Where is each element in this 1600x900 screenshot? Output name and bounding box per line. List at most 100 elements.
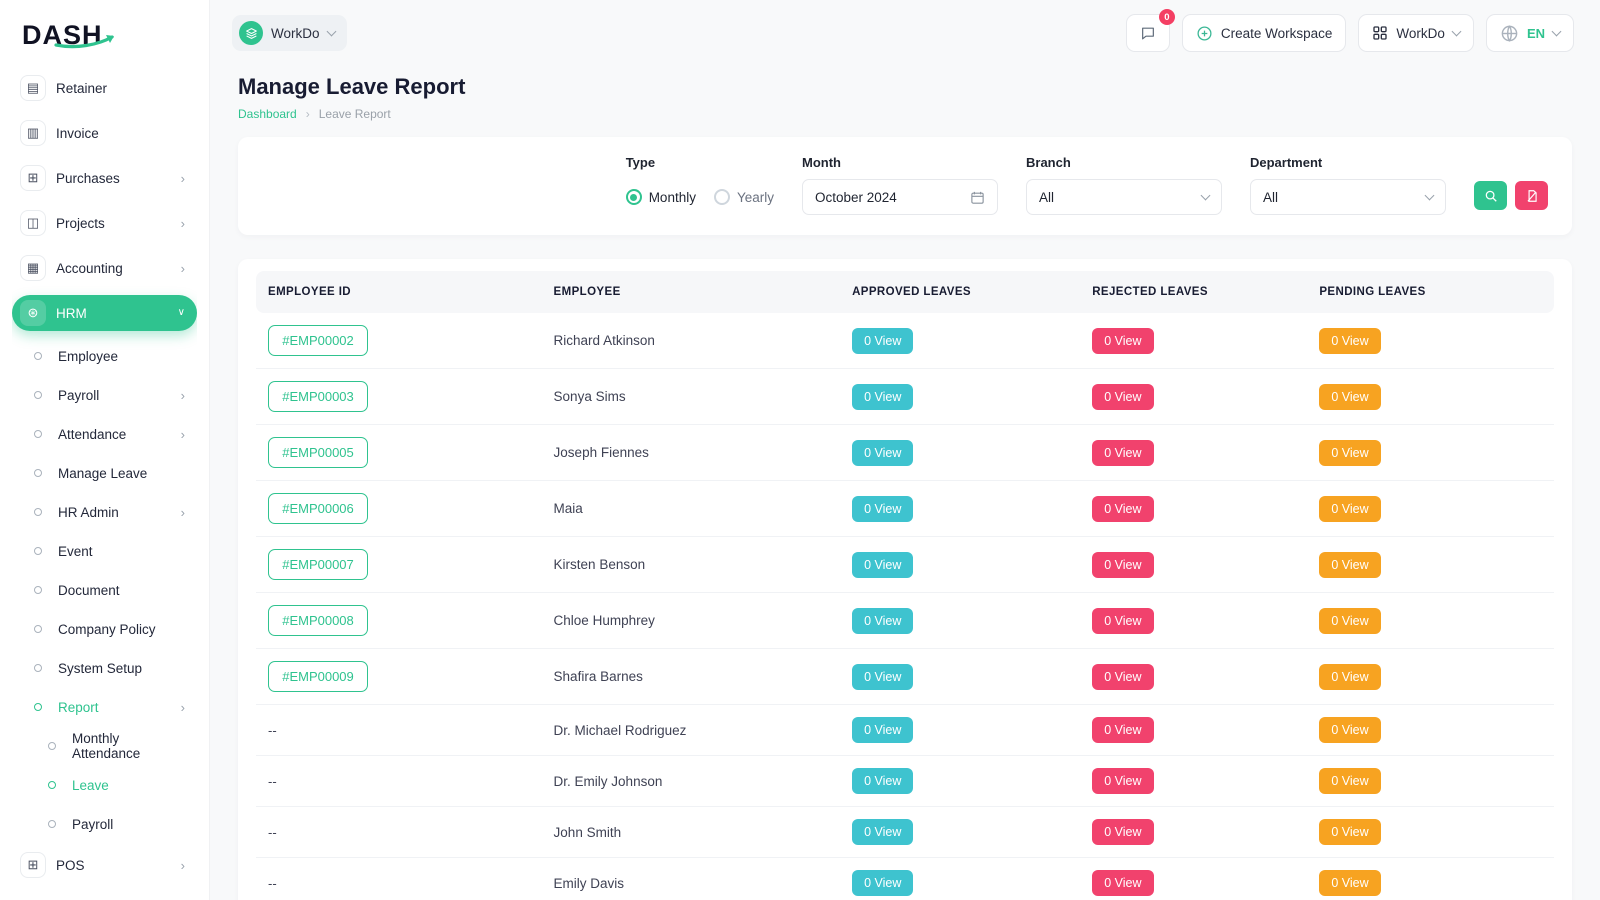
radio-unchecked-icon (714, 189, 730, 205)
sidebar-item-purchases[interactable]: ⊞ Purchases › (12, 160, 197, 196)
sidebar-item-hrm[interactable]: ⊛ HRM ∨ (12, 295, 197, 331)
approved-leaves-view-button[interactable]: 0 View (852, 384, 913, 410)
reset-button[interactable] (1515, 181, 1548, 210)
approved-leaves-view-button[interactable]: 0 View (852, 717, 913, 743)
approved-leaves-view-button[interactable]: 0 View (852, 328, 913, 354)
rejected-leaves-view-button[interactable]: 0 View (1092, 608, 1153, 634)
sidebar-item-attendance[interactable]: Attendance › (12, 418, 197, 450)
pending-leaves-view-button[interactable]: 0 View (1319, 440, 1380, 466)
pending-leaves-view-button[interactable]: 0 View (1319, 717, 1380, 743)
language-selector[interactable]: EN (1486, 14, 1574, 52)
sidebar-item-invoice[interactable]: ▥ Invoice (12, 115, 197, 151)
approved-leaves-view-button[interactable]: 0 View (852, 664, 913, 690)
col-rejected-leaves: REJECTED LEAVES (1080, 271, 1307, 313)
approved-leaves-view-button[interactable]: 0 View (852, 496, 913, 522)
sidebar-item-accounting[interactable]: ▦ Accounting › (12, 250, 197, 286)
employee-id-badge[interactable]: #EMP00007 (268, 549, 368, 580)
department-select[interactable]: All (1250, 179, 1446, 215)
sidebar-item-projects[interactable]: ◫ Projects › (12, 205, 197, 241)
sidebar-item-system-setup[interactable]: System Setup (12, 652, 197, 684)
sidebar-item-payroll[interactable]: Payroll › (12, 379, 197, 411)
search-button[interactable] (1474, 181, 1507, 210)
rejected-leaves-view-button[interactable]: 0 View (1092, 496, 1153, 522)
table-row: -- Dr. Michael Rodriguez 0 View 0 View 0… (256, 705, 1554, 756)
sidebar-item-document[interactable]: Document (12, 574, 197, 606)
sidebar-item-label: Event (58, 544, 93, 559)
messages-button[interactable]: 0 (1126, 14, 1170, 52)
table-header-row: EMPLOYEE ID EMPLOYEE APPROVED LEAVES REJ… (256, 271, 1554, 313)
payroll-dot-icon (34, 391, 42, 399)
employee-id-badge[interactable]: #EMP00009 (268, 661, 368, 692)
employee-id-badge[interactable]: -- (268, 876, 277, 891)
hr-admin-dot-icon (34, 508, 42, 516)
sidebar-item-retainer[interactable]: ▤ Retainer (12, 70, 197, 106)
rejected-leaves-view-button[interactable]: 0 View (1092, 717, 1153, 743)
sidebar-item-leave[interactable]: Leave (12, 769, 197, 801)
sidebar-item-company-policy[interactable]: Company Policy (12, 613, 197, 645)
employee-id-badge[interactable]: -- (268, 723, 277, 738)
employee-id-badge[interactable]: #EMP00002 (268, 325, 368, 356)
breadcrumb-separator: › (306, 107, 310, 121)
workspace-name: WorkDo (271, 26, 320, 41)
main-area: WorkDo 0 Create Workspace WorkDo EN (210, 0, 1600, 900)
breadcrumb-dashboard-link[interactable]: Dashboard (238, 107, 297, 121)
employee-id-badge[interactable]: #EMP00006 (268, 493, 368, 524)
approved-leaves-view-button[interactable]: 0 View (852, 440, 913, 466)
approved-leaves-view-button[interactable]: 0 View (852, 870, 913, 896)
sidebar-item-manage-leave[interactable]: Manage Leave (12, 457, 197, 489)
employee-id-badge[interactable]: #EMP00005 (268, 437, 368, 468)
month-input[interactable]: October 2024 (802, 179, 998, 215)
employee-id-badge[interactable]: #EMP00008 (268, 605, 368, 636)
pending-leaves-view-button[interactable]: 0 View (1319, 496, 1380, 522)
rejected-leaves-view-button[interactable]: 0 View (1092, 768, 1153, 794)
sidebar-item-label: System Setup (58, 661, 142, 676)
pending-leaves-view-button[interactable]: 0 View (1319, 819, 1380, 845)
pending-leaves-view-button[interactable]: 0 View (1319, 870, 1380, 896)
rejected-leaves-view-button[interactable]: 0 View (1092, 664, 1153, 690)
monthly-radio-label: Monthly (649, 190, 696, 205)
pending-leaves-view-button[interactable]: 0 View (1319, 608, 1380, 634)
sidebar-item-employee[interactable]: Employee (12, 340, 197, 372)
workdo-menu-button[interactable]: WorkDo (1358, 14, 1474, 52)
yearly-radio[interactable]: Yearly (714, 189, 774, 205)
sidebar-item-report[interactable]: Report › (12, 691, 197, 723)
approved-leaves-view-button[interactable]: 0 View (852, 608, 913, 634)
pending-leaves-view-button[interactable]: 0 View (1319, 384, 1380, 410)
pending-leaves-view-button[interactable]: 0 View (1319, 768, 1380, 794)
approved-leaves-view-button[interactable]: 0 View (852, 552, 913, 578)
sidebar-item-label: Invoice (56, 126, 99, 141)
sidebar-item-monthly-attendance[interactable]: Monthly Attendance (12, 730, 197, 762)
sidebar-item-label: Document (58, 583, 120, 598)
leave-report-table: EMPLOYEE ID EMPLOYEE APPROVED LEAVES REJ… (256, 271, 1554, 900)
rejected-leaves-view-button[interactable]: 0 View (1092, 384, 1153, 410)
chevron-down-icon (1201, 191, 1211, 201)
employee-id-badge[interactable]: -- (268, 774, 277, 789)
rejected-leaves-view-button[interactable]: 0 View (1092, 819, 1153, 845)
chat-badge: 0 (1159, 9, 1175, 25)
employee-id-badge[interactable]: -- (268, 825, 277, 840)
employee-name-cell: John Smith (542, 807, 841, 858)
workspace-selector[interactable]: WorkDo (232, 15, 347, 51)
employee-name-cell: Sonya Sims (542, 369, 841, 425)
create-workspace-button[interactable]: Create Workspace (1182, 14, 1347, 52)
pending-leaves-view-button[interactable]: 0 View (1319, 664, 1380, 690)
table-row: -- John Smith 0 View 0 View 0 View (256, 807, 1554, 858)
approved-leaves-view-button[interactable]: 0 View (852, 768, 913, 794)
pending-leaves-view-button[interactable]: 0 View (1319, 328, 1380, 354)
branch-filter: Branch All (1026, 155, 1222, 215)
rejected-leaves-view-button[interactable]: 0 View (1092, 440, 1153, 466)
approved-leaves-view-button[interactable]: 0 View (852, 819, 913, 845)
rejected-leaves-view-button[interactable]: 0 View (1092, 870, 1153, 896)
sidebar-item-event[interactable]: Event (12, 535, 197, 567)
sidebar-item-payroll-report[interactable]: Payroll (12, 808, 197, 840)
pending-leaves-view-button[interactable]: 0 View (1319, 552, 1380, 578)
rejected-leaves-view-button[interactable]: 0 View (1092, 328, 1153, 354)
employee-id-badge[interactable]: #EMP00003 (268, 381, 368, 412)
sidebar-item-hr-admin[interactable]: HR Admin › (12, 496, 197, 528)
type-filter: Type Monthly Yearly (626, 155, 774, 215)
monthly-radio[interactable]: Monthly (626, 189, 696, 205)
rejected-leaves-view-button[interactable]: 0 View (1092, 552, 1153, 578)
sidebar-item-pos[interactable]: ⊞ POS › (12, 847, 197, 883)
dash-logo[interactable]: DASH (12, 16, 197, 62)
branch-select[interactable]: All (1026, 179, 1222, 215)
